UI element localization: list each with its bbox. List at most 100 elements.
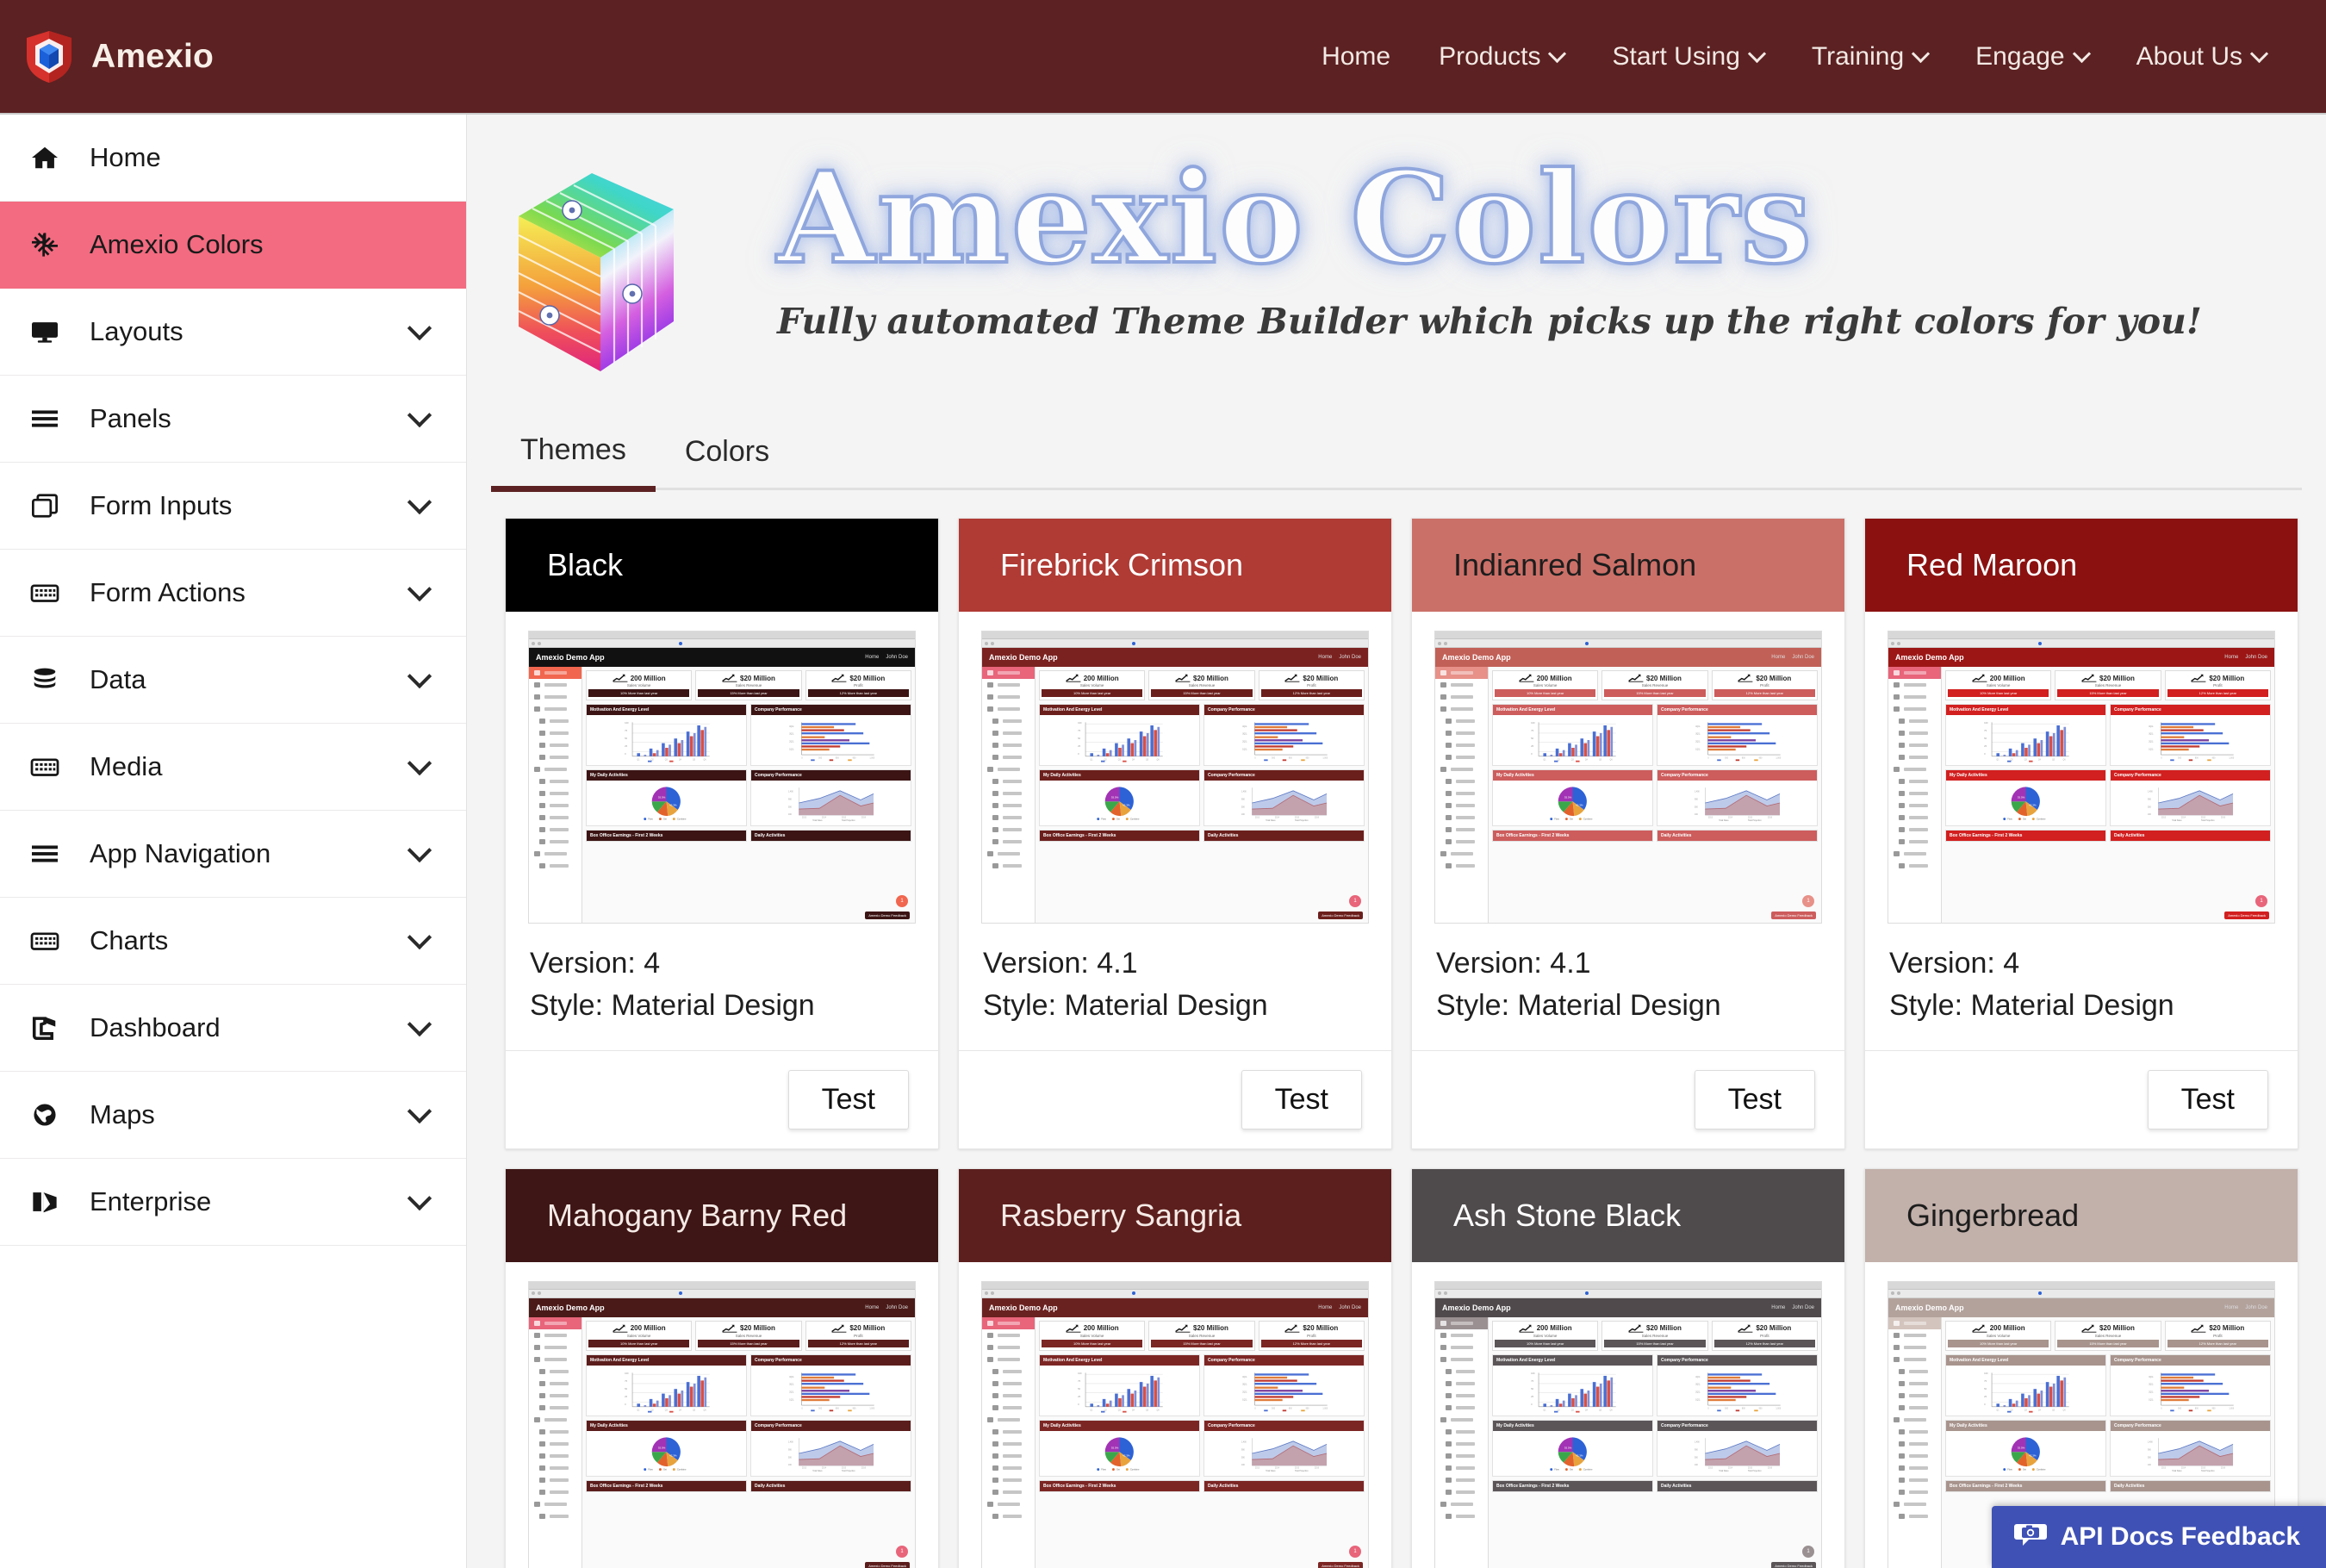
svg-text:1,400: 1,400 <box>788 1441 793 1443</box>
tab-colors[interactable]: Colors <box>656 435 799 488</box>
nav-link-training[interactable]: Training <box>1788 42 1951 72</box>
theme-card[interactable]: Firebrick Crimson Amexio Demo App Home J… <box>958 518 1392 1149</box>
theme-card-meta: Version: 4.1 Style: Material Design <box>959 924 1391 1050</box>
chevron-down-icon[interactable] <box>407 402 432 428</box>
sidebar-item-amexio-colors[interactable]: Amexio Colors <box>0 202 466 289</box>
svg-text:25: 25 <box>625 1395 627 1398</box>
thumb-kpi-label: Profit <box>2213 683 2223 688</box>
sidebar-item-charts[interactable]: Charts <box>0 898 466 985</box>
thumb-sidebar-item <box>982 1316 1035 1329</box>
page-title: Amexio Colors <box>775 145 1813 292</box>
theme-card[interactable]: Indianred Salmon Amexio Demo App Home Jo… <box>1411 518 1845 1149</box>
svg-text:75: 75 <box>1984 729 1987 732</box>
thumb-sidebar-item <box>529 1474 582 1486</box>
test-button[interactable]: Test <box>787 1069 909 1129</box>
thumb-kpi: $20 Million Sales Revenue 15% More than … <box>2055 1320 2161 1351</box>
sidebar-item-form-inputs[interactable]: Form Inputs <box>0 463 466 550</box>
sidebar-item-label: Enterprise <box>90 1186 212 1216</box>
thumb-kpi-label: Sales Revenue <box>1188 683 1216 688</box>
theme-card-footer: Test <box>1865 1049 2298 1148</box>
thumb-kpi-label: Sales Revenue <box>735 683 762 688</box>
svg-text:1,000: 1,000 <box>2229 1408 2235 1409</box>
sidebar-item-app-navigation[interactable]: App Navigation <box>0 811 466 898</box>
svg-text:Total Sales: Total Sales <box>1266 819 1276 822</box>
chevron-down-icon[interactable] <box>407 750 432 776</box>
thumb-sidebar-item <box>1888 691 1941 703</box>
sidebar-item-panels[interactable]: Panels <box>0 376 466 463</box>
sidebar-item-form-actions[interactable]: Form Actions <box>0 550 466 637</box>
sidebar-item-dashboard[interactable]: Dashboard <box>0 985 466 1072</box>
chevron-down-icon[interactable] <box>407 663 432 689</box>
svg-text:35.5%: 35.5% <box>1111 1446 1119 1449</box>
chevron-down-icon[interactable] <box>407 1011 432 1037</box>
theme-card[interactable]: Ash Stone Black Amexio Demo App Home Joh… <box>1411 1167 1845 1568</box>
thumb-sidebar-item <box>529 703 582 715</box>
thumb-sidebar-item <box>1888 763 1941 775</box>
thumb-panel-title: My Daily Activities <box>1946 1420 2105 1431</box>
sidebar-item-home[interactable]: Home <box>0 115 466 202</box>
thumb-panel-title: My Daily Activities <box>1946 770 2105 781</box>
nav-link-products[interactable]: Products <box>1415 42 1588 72</box>
test-button[interactable]: Test <box>1241 1069 1362 1129</box>
thumb-panel-title: Motivation And Energy Level <box>1946 1354 2105 1366</box>
theme-card-title: Black <box>506 519 938 612</box>
chevron-down-icon[interactable] <box>407 489 432 515</box>
svg-text:42.3%: 42.3% <box>1123 1453 1130 1457</box>
theme-style: Style: Material Design <box>1436 989 1721 1023</box>
sidebar-item-media[interactable]: Media <box>0 724 466 811</box>
svg-text:75: 75 <box>1078 1379 1080 1383</box>
thumb-kpi-band: 15% More than last year <box>2057 689 2159 697</box>
svg-text:Q3: Q3 <box>1571 1409 1575 1411</box>
tab-themes[interactable]: Themes <box>491 433 656 492</box>
svg-text:Set: Set <box>663 1467 667 1471</box>
chevron-down-icon[interactable] <box>407 1098 432 1124</box>
sidebar-item-enterprise[interactable]: Enterprise <box>0 1159 466 1246</box>
hero-banner: Amexio Colors Fully automated Theme Buil… <box>467 115 2326 399</box>
theme-card[interactable]: Red Maroon Amexio Demo App Home John Doe <box>1864 518 2298 1149</box>
brand-logo[interactable]: Amexio <box>24 30 214 84</box>
chevron-down-icon[interactable] <box>407 924 432 950</box>
thumb-kpi-row: 200 Million Sales Volume 10% More than l… <box>1945 670 2271 700</box>
thumb-app-title: Amexio Demo App <box>1895 653 1964 662</box>
nav-link-engage[interactable]: Engage <box>1951 42 2111 72</box>
svg-text:Total Projection: Total Projection <box>2201 819 2215 822</box>
theme-card-meta: Version: 4.1 Style: Material Design <box>1412 924 1844 1050</box>
thumb-kpi-row: 200 Million Sales Volume 10% More than l… <box>1945 1320 2271 1351</box>
nav-link-start-using[interactable]: Start Using <box>1588 42 1787 72</box>
svg-text:Q6: Q6 <box>1610 1409 1614 1411</box>
svg-text:42.3%: 42.3% <box>669 804 677 807</box>
thumb-sidebar-item <box>1888 1390 1941 1402</box>
thumb-sidebar-item <box>529 1316 582 1329</box>
thumb-panel-title: Daily Activities <box>1657 831 1817 841</box>
svg-text:Q6: Q6 <box>1157 1409 1160 1411</box>
test-button[interactable]: Test <box>1694 1069 1815 1129</box>
thumb-kpi-band: 15% More than last year <box>1151 1339 1253 1347</box>
thumb-kpi-label: Sales Revenue <box>1641 1333 1669 1338</box>
svg-text:Q4: Q4 <box>2038 1409 2042 1411</box>
svg-text:Q4: Q4 <box>679 759 682 761</box>
chevron-down-icon[interactable] <box>407 576 432 602</box>
theme-thumbnail: Amexio Demo App Home John Doe 200 Millio… <box>982 1281 1368 1568</box>
thumb-feedback-chip: Amexio Demo Feedback <box>1318 1561 1363 1568</box>
copy-icon <box>0 493 90 519</box>
chevron-down-icon[interactable] <box>407 1185 432 1211</box>
theme-card[interactable]: Rasberry Sangria Amexio Demo App Home Jo… <box>958 1167 1392 1568</box>
nav-link-home[interactable]: Home <box>1297 42 1415 72</box>
sidebar-item-data[interactable]: Data <box>0 637 466 724</box>
svg-text:Q3: Q3 <box>2024 1409 2028 1411</box>
theme-card[interactable]: Mahogany Barny Red Amexio Demo App Home … <box>505 1167 939 1568</box>
sidebar-item-maps[interactable]: Maps <box>0 1072 466 1159</box>
thumb-kpi-row: 200 Million Sales Volume 10% More than l… <box>586 1320 911 1351</box>
nav-link-about-us[interactable]: About Us <box>2112 42 2290 72</box>
svg-text:500: 500 <box>1241 1457 1246 1459</box>
svg-text:4Q11: 4Q11 <box>789 726 794 728</box>
test-button[interactable]: Test <box>2147 1069 2268 1129</box>
chevron-down-icon[interactable] <box>407 315 432 341</box>
api-docs-feedback-button[interactable]: API Docs Feedback <box>1991 1506 2326 1568</box>
svg-text:Set: Set <box>1570 817 1573 820</box>
svg-text:900: 900 <box>788 799 793 800</box>
sidebar-item-layouts[interactable]: Layouts <box>0 289 466 376</box>
svg-text:0: 0 <box>801 758 803 760</box>
theme-card[interactable]: Black Amexio Demo App Home John Doe 200 … <box>505 518 939 1149</box>
chevron-down-icon[interactable] <box>407 837 432 863</box>
